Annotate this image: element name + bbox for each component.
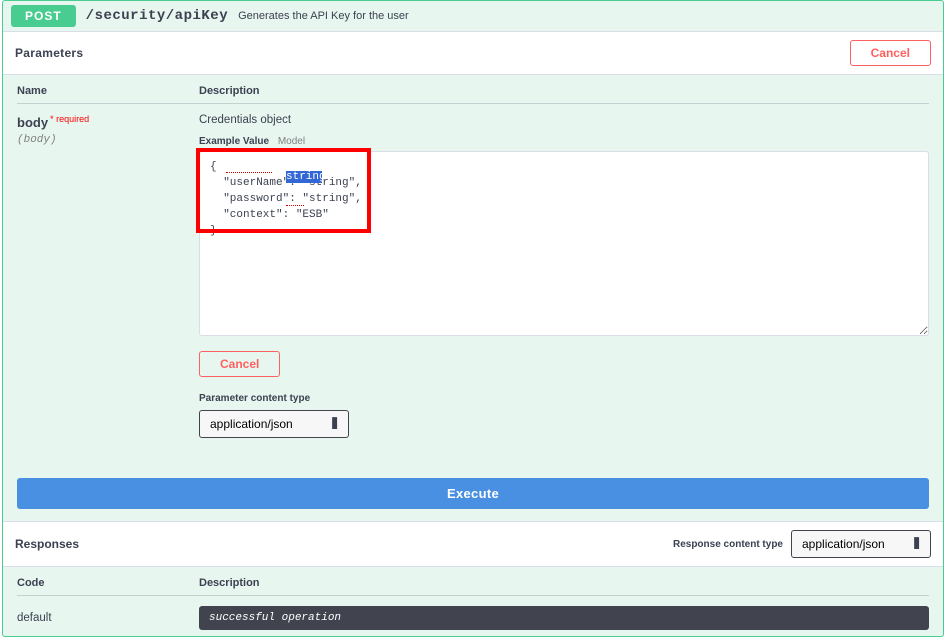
parameters-body: Name Description body* required (body) C… bbox=[3, 75, 943, 458]
col-header-code: Code bbox=[17, 577, 199, 589]
cancel-body-button[interactable]: Cancel bbox=[199, 351, 280, 377]
tab-model[interactable]: Model bbox=[278, 136, 305, 147]
responses-title: Responses bbox=[15, 537, 79, 551]
parameter-name-cell: body* required (body) bbox=[17, 114, 199, 438]
parameter-desc-cell: Credentials object Example Value Model {… bbox=[199, 114, 929, 438]
param-content-type-select[interactable]: application/json bbox=[199, 410, 349, 438]
parameters-title: Parameters bbox=[15, 46, 83, 60]
col-header-description: Description bbox=[199, 85, 929, 97]
response-content-type-select-wrap: application/json ▋ bbox=[791, 530, 931, 558]
operation-block: POST /security/apiKey Generates the API … bbox=[2, 0, 944, 637]
response-code: default bbox=[17, 606, 199, 624]
responses-header-bar: Responses Response content type applicat… bbox=[3, 521, 943, 567]
tab-example-value[interactable]: Example Value bbox=[199, 136, 269, 147]
responses-table-header: Code Description bbox=[17, 577, 929, 596]
response-content-type-label: Response content type bbox=[673, 539, 783, 550]
parameter-description: Credentials object bbox=[199, 114, 929, 126]
http-method-badge: POST bbox=[11, 5, 76, 27]
parameter-row: body* required (body) Credentials object… bbox=[17, 114, 929, 438]
parameter-name: body bbox=[17, 115, 48, 130]
response-content-type-group: Response content type application/json ▋ bbox=[673, 530, 931, 558]
execute-button[interactable]: Execute bbox=[17, 478, 929, 509]
parameters-header-bar: Parameters Cancel bbox=[3, 31, 943, 75]
model-tabs: Example Value Model bbox=[199, 136, 929, 147]
response-row: default successful operation bbox=[17, 606, 929, 630]
required-marker: * required bbox=[48, 114, 89, 124]
response-description: successful operation bbox=[199, 606, 929, 630]
body-textarea[interactable]: { "userName": "string", "password": "str… bbox=[199, 151, 929, 336]
endpoint-path: /security/apiKey bbox=[86, 8, 228, 24]
response-desc-cell: successful operation bbox=[199, 606, 929, 630]
col-header-resp-description: Description bbox=[199, 577, 929, 589]
operation-header[interactable]: POST /security/apiKey Generates the API … bbox=[3, 1, 943, 31]
endpoint-summary: Generates the API Key for the user bbox=[238, 10, 409, 22]
col-header-name: Name bbox=[17, 85, 199, 97]
responses-body: Code Description default successful oper… bbox=[3, 567, 943, 636]
param-content-type-select-wrap: application/json ▋ bbox=[199, 410, 349, 438]
parameters-table-header: Name Description bbox=[17, 85, 929, 104]
body-editor-wrap: { "userName": "string", "password": "str… bbox=[199, 151, 929, 339]
parameter-in: (body) bbox=[17, 134, 199, 146]
param-content-type-label: Parameter content type bbox=[199, 393, 929, 404]
response-content-type-select[interactable]: application/json bbox=[791, 530, 931, 558]
cancel-tryout-button[interactable]: Cancel bbox=[850, 40, 931, 66]
